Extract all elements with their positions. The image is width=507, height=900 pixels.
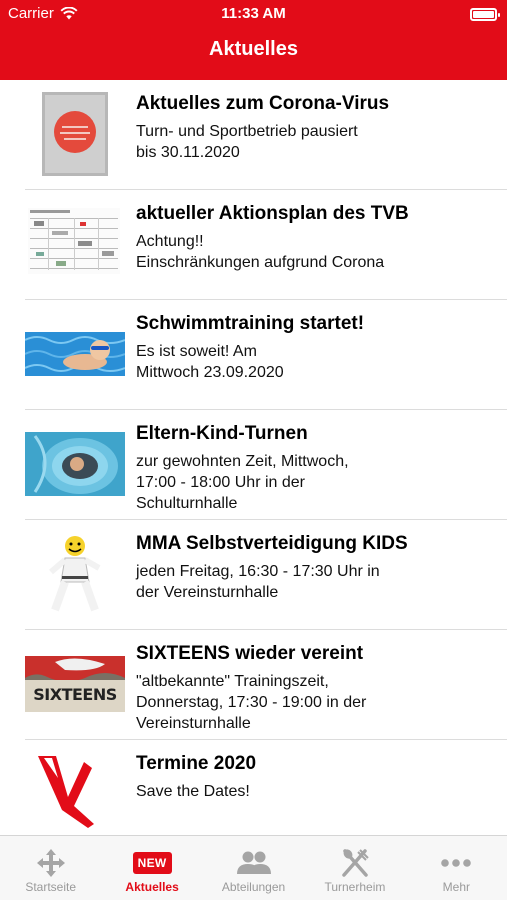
item-description: jeden Freitag, 16:30 - 17:30 Uhr in der …: [136, 563, 380, 601]
item-title: Eltern-Kind-Turnen: [136, 423, 308, 444]
list-item[interactable]: Termine 2020 Save the Dates!: [0, 740, 507, 835]
new-badge-text: NEW: [132, 852, 172, 874]
list-item[interactable]: Eltern-Kind-Turnen zur gewohnten Zeit, M…: [0, 410, 507, 520]
karate-kid-icon: [45, 532, 105, 618]
item-description: Es ist soweit! Am Mittwoch 23.09.2020: [136, 343, 284, 381]
plan-document-icon: [28, 208, 120, 274]
item-title: Aktuelles zum Corona-Virus: [136, 93, 390, 114]
item-title: Schwimmtraining startet!: [136, 313, 365, 334]
list-item[interactable]: Schwimmtraining startet! Es ist soweit! …: [0, 300, 507, 410]
tunnel-photo-icon: [25, 432, 125, 496]
list-item[interactable]: Aktuelles zum Corona-Virus Turn- und Spo…: [0, 80, 507, 190]
battery-icon: [470, 8, 500, 21]
list-item[interactable]: aktueller Aktionsplan des TVB Achtung!! …: [0, 190, 507, 300]
tab-bar: Startseite NEW Aktuelles Abteilungen Tur…: [0, 835, 507, 900]
tab-abteilungen[interactable]: Abteilungen: [203, 836, 304, 900]
item-title: Termine 2020: [136, 753, 257, 774]
header: Carrier 11:33 AM Aktuelles: [0, 0, 507, 80]
item-description: "altbekannte" Trainingszeit, Donnerstag,…: [136, 673, 367, 732]
list-item[interactable]: MMA Selbstverteidigung KIDS jeden Freita…: [0, 520, 507, 630]
people-icon: [236, 848, 272, 878]
sixteens-banner-icon: SIXTEENS: [25, 656, 125, 712]
tab-label: Startseite: [25, 880, 77, 894]
status-bar: Carrier 11:33 AM: [0, 0, 507, 28]
swimming-photo-icon: [24, 332, 126, 376]
tab-label: Mehr: [442, 880, 470, 894]
new-badge-icon: NEW: [132, 848, 172, 878]
item-description: Save the Dates!: [136, 783, 250, 800]
news-list[interactable]: Aktuelles zum Corona-Virus Turn- und Spo…: [0, 80, 507, 835]
page-title: Aktuelles: [209, 38, 298, 60]
tab-mehr[interactable]: Mehr: [406, 836, 507, 900]
tab-startseite[interactable]: Startseite: [0, 836, 101, 900]
item-title: SIXTEENS wieder vereint: [136, 643, 364, 664]
list-item[interactable]: SIXTEENS SIXTEENS wieder vereint "altbek…: [0, 630, 507, 740]
tab-label: Aktuelles: [125, 880, 179, 894]
item-description: zur gewohnten Zeit, Mittwoch, 17:00 - 18…: [136, 453, 349, 512]
corona-sign-icon: [42, 92, 108, 176]
more-dots-icon: [440, 848, 472, 878]
item-description: Achtung!! Einschränkungen aufgrund Coron…: [136, 233, 385, 271]
item-description: Turn- und Sportbetrieb pausiert bis 30.1…: [136, 123, 358, 161]
item-title: aktueller Aktionsplan des TVB: [136, 203, 409, 224]
sixteens-banner-text: SIXTEENS: [33, 685, 117, 704]
status-time: 11:33 AM: [221, 5, 286, 22]
item-title: MMA Selbstverteidigung KIDS: [136, 533, 408, 554]
tab-aktuelles[interactable]: NEW Aktuelles: [101, 836, 202, 900]
tvb-logo-icon: [32, 748, 102, 828]
fork-knife-icon: [340, 848, 370, 878]
home-arrows-icon: [36, 848, 66, 878]
tab-label: Abteilungen: [221, 880, 286, 894]
tab-turnerheim[interactable]: Turnerheim: [304, 836, 405, 900]
tab-label: Turnerheim: [324, 880, 386, 894]
